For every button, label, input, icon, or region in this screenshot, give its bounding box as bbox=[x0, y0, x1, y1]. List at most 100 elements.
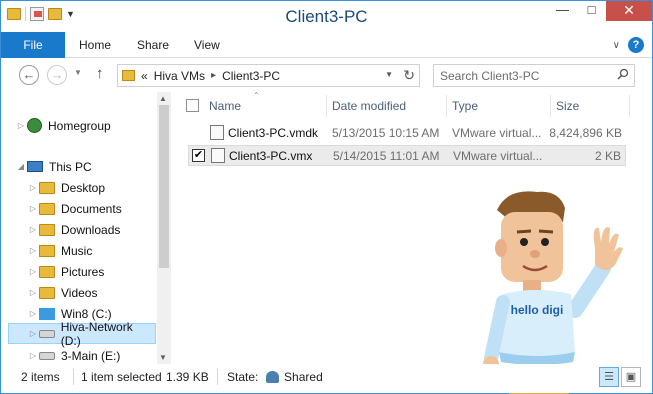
shared-users-icon bbox=[265, 371, 279, 383]
column-name[interactable]: Name bbox=[209, 99, 241, 113]
nav-item-hiva-network-d[interactable]: ▷ Hiva-Network (D:) bbox=[8, 320, 156, 348]
search-icon[interactable] bbox=[617, 68, 629, 80]
folder-icon bbox=[39, 202, 55, 215]
file-row[interactable]: Client3-PC.vmdk 5/13/2015 10:15 AM VMwar… bbox=[188, 123, 626, 144]
search-box[interactable] bbox=[433, 64, 635, 87]
column-divider[interactable] bbox=[629, 95, 630, 117]
window-controls: — □ ✕ bbox=[548, 1, 652, 21]
column-divider[interactable] bbox=[550, 95, 551, 117]
nav-item-this-pc[interactable]: ◢ This PC bbox=[15, 156, 170, 177]
details-view-button[interactable]: ☰ bbox=[599, 367, 619, 387]
breadcrumb-separator-icon[interactable]: ▸ bbox=[211, 70, 216, 81]
vmdk-file-icon bbox=[210, 125, 224, 140]
folder-icon bbox=[39, 181, 55, 194]
scrollbar-thumb[interactable] bbox=[159, 105, 169, 268]
vmx-file-icon bbox=[211, 148, 225, 163]
status-bar: 2 items 1 item selected 1.39 KB State: S… bbox=[1, 364, 652, 393]
select-all-checkbox[interactable] bbox=[186, 99, 199, 112]
nav-item-label: Desktop bbox=[61, 180, 106, 195]
selected-size: 1.39 KB bbox=[166, 370, 209, 384]
column-divider[interactable] bbox=[326, 95, 327, 117]
homegroup-icon bbox=[27, 118, 42, 133]
nav-item-homegroup[interactable]: ▷ Homegroup bbox=[15, 115, 170, 136]
expand-icon[interactable]: ▷ bbox=[27, 267, 39, 276]
refresh-icon[interactable]: ↻ bbox=[403, 67, 415, 84]
up-button[interactable]: ↑ bbox=[96, 65, 104, 82]
title-bar: ▼ Client3-PC — □ ✕ bbox=[1, 1, 652, 32]
state-label: State: bbox=[227, 370, 259, 384]
expand-icon[interactable]: ▷ bbox=[27, 288, 39, 297]
nav-item-label: 3-Main (E:) bbox=[61, 348, 121, 363]
column-type[interactable]: Type bbox=[452, 99, 478, 113]
file-row-selected[interactable]: ✔ Client3-PC.vmx 5/14/2015 11:01 AM VMwa… bbox=[188, 145, 626, 166]
maximize-button[interactable]: □ bbox=[577, 1, 606, 21]
expand-icon[interactable]: ▷ bbox=[27, 246, 39, 255]
nav-item-label: Win8 (C:) bbox=[61, 306, 112, 321]
nav-item-label: This PC bbox=[49, 159, 92, 174]
selected-count: 1 item selected bbox=[81, 370, 162, 384]
help-icon[interactable]: ? bbox=[628, 37, 644, 53]
collapse-icon[interactable]: ◢ bbox=[15, 162, 27, 171]
breadcrumb-hiva-vms[interactable]: Hiva VMs bbox=[154, 69, 205, 83]
address-row: ← → ▼ ↑ « Hiva VMs ▸ Client3-PC ▼ ↻ bbox=[1, 58, 652, 92]
search-input[interactable] bbox=[434, 65, 609, 86]
large-icons-view-button[interactable]: ▣ bbox=[621, 367, 641, 387]
status-divider bbox=[73, 369, 74, 385]
drive-icon bbox=[39, 351, 55, 360]
file-size: 8,424,896 KB bbox=[549, 126, 622, 140]
file-size: 2 KB bbox=[594, 149, 621, 163]
state-indicator: State: Shared bbox=[227, 370, 323, 384]
drive-icon bbox=[38, 329, 55, 338]
expand-icon[interactable]: ▷ bbox=[27, 329, 39, 338]
navigation-pane: ▷ Homegroup ◢ This PC ▷ Desktop ▷ Docume… bbox=[1, 92, 171, 364]
column-size[interactable]: Size bbox=[556, 99, 579, 113]
breadcrumb-overflow[interactable]: « bbox=[141, 69, 148, 83]
file-date: 5/13/2015 10:15 AM bbox=[332, 126, 440, 140]
file-name: Client3-PC.vmx bbox=[229, 149, 313, 163]
nav-item-label: Homegroup bbox=[48, 118, 111, 133]
nav-item-label: Videos bbox=[61, 285, 98, 300]
column-date-modified[interactable]: Date modified bbox=[332, 99, 406, 113]
pc-icon bbox=[27, 161, 43, 172]
breadcrumb-client3-pc[interactable]: Client3-PC bbox=[222, 69, 280, 83]
mascot-shirt-text: hello digi bbox=[511, 303, 564, 317]
forward-button[interactable]: → bbox=[47, 65, 67, 85]
file-type: VMware virtual... bbox=[453, 149, 543, 163]
tab-file[interactable]: File bbox=[1, 32, 65, 58]
expand-icon[interactable]: ▷ bbox=[27, 225, 39, 234]
windows-drive-icon bbox=[39, 307, 55, 320]
minimize-button[interactable]: — bbox=[548, 1, 577, 21]
state-value: Shared bbox=[284, 370, 323, 384]
tab-home[interactable]: Home bbox=[79, 32, 111, 58]
scroll-up-icon[interactable]: ▲ bbox=[159, 94, 167, 103]
row-checkbox[interactable]: ✔ bbox=[192, 149, 205, 162]
expand-icon[interactable]: ▷ bbox=[27, 183, 39, 192]
nav-item-label: Documents bbox=[61, 201, 122, 216]
expand-ribbon-icon[interactable]: ∨ bbox=[613, 40, 620, 51]
nav-item-label: Pictures bbox=[61, 264, 105, 279]
file-type: VMware virtual... bbox=[452, 126, 542, 140]
close-button[interactable]: ✕ bbox=[606, 1, 652, 21]
nav-item-label: Downloads bbox=[61, 222, 121, 237]
folder-icon bbox=[39, 265, 55, 278]
music-folder-icon bbox=[39, 244, 55, 257]
item-count: 2 items bbox=[21, 370, 60, 384]
nav-item-label: Hiva-Network (D:) bbox=[60, 319, 133, 348]
explorer-window: ▼ Client3-PC — □ ✕ File Home Share View … bbox=[0, 0, 653, 394]
status-divider bbox=[217, 369, 218, 385]
expand-icon[interactable]: ▷ bbox=[15, 121, 27, 130]
expand-icon[interactable]: ▷ bbox=[27, 204, 39, 213]
tab-share[interactable]: Share bbox=[137, 32, 169, 58]
tab-view[interactable]: View bbox=[194, 32, 220, 58]
column-divider[interactable] bbox=[446, 95, 447, 117]
mascot-illustration: hello digi bbox=[483, 191, 623, 394]
scroll-down-icon[interactable]: ▼ bbox=[159, 353, 167, 362]
expand-icon[interactable]: ▷ bbox=[27, 351, 39, 360]
nav-scrollbar[interactable]: ▲ ▼ bbox=[157, 92, 171, 364]
address-bar[interactable]: « Hiva VMs ▸ Client3-PC ▼ ↻ bbox=[117, 64, 420, 87]
nav-item-label: Music bbox=[61, 243, 93, 258]
expand-icon[interactable]: ▷ bbox=[27, 309, 39, 318]
address-dropdown-icon[interactable]: ▼ bbox=[385, 70, 393, 79]
recent-locations-icon[interactable]: ▼ bbox=[74, 68, 82, 77]
back-button[interactable]: ← bbox=[19, 65, 39, 85]
